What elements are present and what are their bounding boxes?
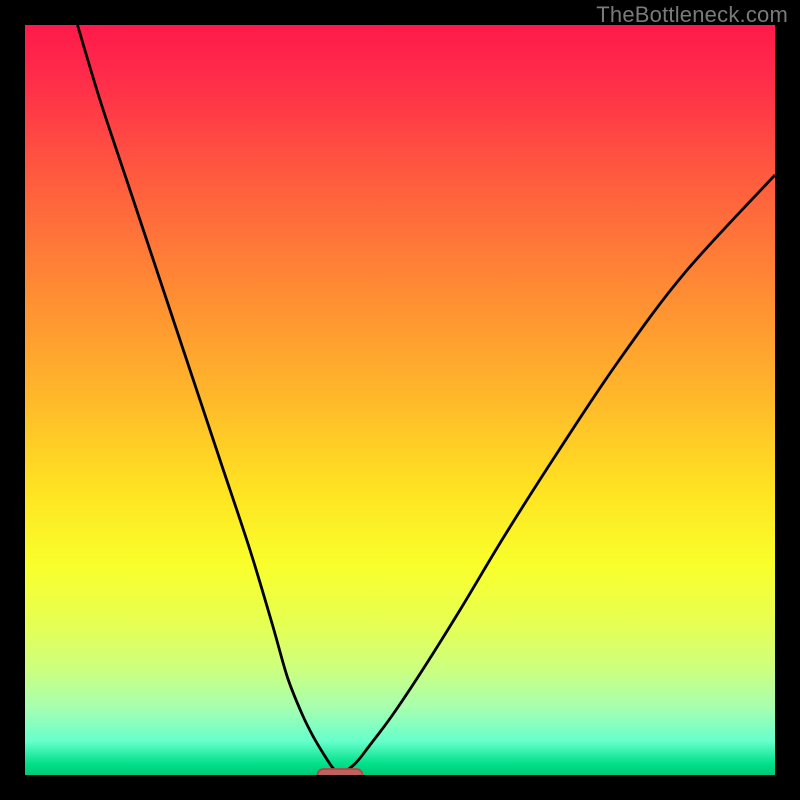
bottleneck-chart: [25, 25, 775, 775]
chart-frame: TheBottleneck.com: [0, 0, 800, 800]
plot-background: [25, 25, 775, 775]
watermark-text: TheBottleneck.com: [596, 2, 788, 28]
optimum-marker: [318, 769, 363, 775]
